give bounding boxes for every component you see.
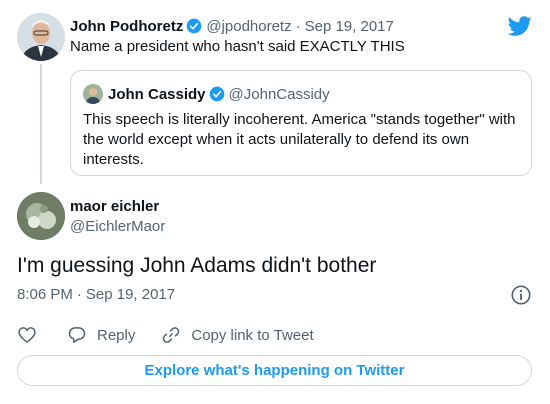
tweet-time[interactable]: 8:06 PM xyxy=(17,286,73,303)
tweet-actions: Reply Copy link to Tweet xyxy=(17,324,314,346)
thread-connector-line xyxy=(40,64,42,184)
quoted-author-name: John Cassidy xyxy=(108,85,206,103)
parent-tweet-date[interactable]: Sep 19, 2017 xyxy=(305,18,394,35)
quoted-tweet-header: John Cassidy @JohnCassidy xyxy=(83,84,330,104)
copy-link-button[interactable]: Copy link to Tweet xyxy=(161,325,314,345)
quoted-tweet[interactable]: John Cassidy @JohnCassidy This speech is… xyxy=(70,70,532,176)
quoted-author-handle: @JohnCassidy xyxy=(228,85,330,103)
explore-twitter-button[interactable]: Explore what's happening on Twitter xyxy=(17,355,532,386)
quoted-author-avatar xyxy=(83,84,103,104)
link-icon xyxy=(163,327,180,343)
verified-badge-icon xyxy=(186,18,202,34)
tweet-date[interactable]: Sep 19, 2017 xyxy=(86,286,175,303)
reply-button[interactable]: Reply xyxy=(67,325,135,345)
tweet-timestamp[interactable]: 8:06 PM · Sep 19, 2017 xyxy=(17,286,175,303)
speech-bubble-icon xyxy=(68,327,86,343)
timestamp-separator: · xyxy=(76,286,82,303)
parent-author-name[interactable]: John Podhoretz xyxy=(70,18,183,35)
reply-author-avatar[interactable] xyxy=(17,192,65,240)
like-button[interactable] xyxy=(17,325,37,345)
reply-label: Reply xyxy=(97,326,136,344)
parent-tweet-header: John Podhoretz @jpodhoretz · Sep 19, 201… xyxy=(70,16,394,36)
reply-tweet-text: I'm guessing John Adams didn't bother xyxy=(17,254,377,277)
twitter-bird-icon[interactable] xyxy=(508,14,532,38)
info-icon[interactable] xyxy=(510,284,532,306)
parent-author-handle[interactable]: @jpodhoretz xyxy=(206,18,291,35)
quoted-tweet-text: This speech is literally incoherent. Ame… xyxy=(83,111,516,168)
reply-author-handle[interactable]: @EichlerMaor xyxy=(70,218,165,235)
parent-author-avatar[interactable] xyxy=(17,13,65,61)
parent-tweet-text: Name a president who hasn't said EXACTLY… xyxy=(70,38,405,55)
reply-author-name[interactable]: maor eichler xyxy=(70,198,159,215)
copy-link-label: Copy link to Tweet xyxy=(191,326,314,344)
tweet-embed-card: John Podhoretz @jpodhoretz · Sep 19, 201… xyxy=(0,0,550,404)
heart-icon xyxy=(18,327,36,343)
verified-badge-icon xyxy=(209,86,224,102)
header-separator: · xyxy=(295,17,301,35)
